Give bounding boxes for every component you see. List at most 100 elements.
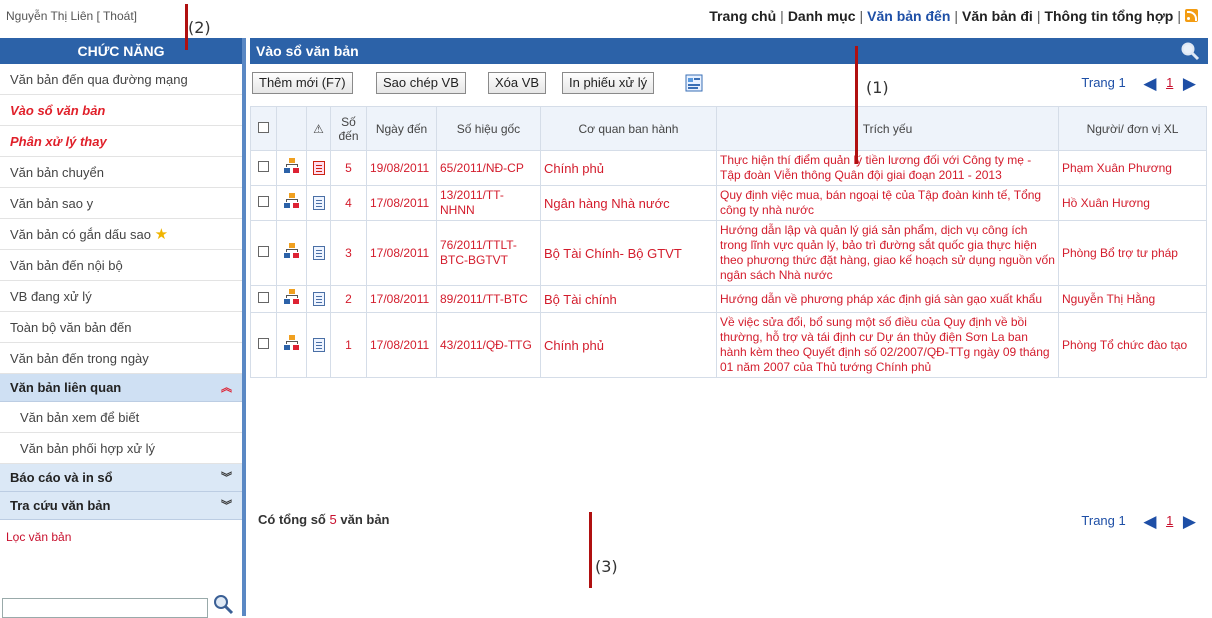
nguoi-don-vi-xl-cell[interactable]: Phạm Xuân Phương [1058, 150, 1207, 186]
document-icon[interactable] [684, 72, 706, 94]
org-chart-icon[interactable] [283, 334, 301, 352]
table-row[interactable]: 5 19/08/2011 65/2011/NĐ-CP Chính phủ Thực hi… [250, 150, 1207, 186]
sidebar-item-van-ban-den-trong-ngay[interactable]: Văn bản đến trong ngày [0, 343, 242, 374]
nguoi-don-vi-xl-cell[interactable]: Hồ Xuân Hương [1058, 185, 1207, 221]
co-quan-ban-hanh-cell[interactable]: Bộ Tài Chính- Bộ GTVT [540, 220, 717, 286]
next-page-icon[interactable]: ▶ [1183, 512, 1196, 531]
row-checkbox[interactable] [258, 245, 269, 257]
co-quan-ban-hanh-cell[interactable]: Bộ Tài chính [540, 285, 717, 313]
sidebar-item-van-ban-den-noi-bo[interactable]: Văn bản đến nội bộ [0, 250, 242, 281]
rss-icon[interactable] [1185, 9, 1198, 22]
pdf-file-icon[interactable] [312, 160, 325, 175]
row-checkbox-cell[interactable] [250, 312, 277, 378]
trich-yeu-cell[interactable]: Hướng dẫn lập và quản lý giá sản phẩm, d… [716, 220, 1059, 286]
nav-van-ban-den[interactable]: Văn bản đến [867, 8, 950, 24]
nguoi-don-vi-xl-cell[interactable]: Nguyễn Thị Hằng [1058, 285, 1207, 313]
org-chart-icon-cell[interactable] [276, 185, 307, 221]
print-process-slip-button[interactable]: In phiếu xử lý [562, 72, 655, 94]
so-hieu-goc-cell[interactable]: 13/2011/TT-NHNN [436, 185, 541, 221]
so-hieu-goc-cell[interactable]: 89/2011/TT-BTC [436, 285, 541, 313]
doc-file-icon[interactable] [312, 337, 325, 352]
so-den-cell[interactable]: 4 [330, 185, 367, 221]
doc-file-icon[interactable] [312, 291, 325, 306]
so-hieu-goc-cell[interactable]: 65/2011/NĐ-CP [436, 150, 541, 186]
page-number-link[interactable]: 1 [1166, 75, 1173, 90]
nguoi-don-vi-xl-cell[interactable]: Phòng Tổ chức đào tạo [1058, 312, 1207, 378]
delete-document-button[interactable]: Xóa VB [488, 72, 547, 94]
co-quan-ban-hanh-cell[interactable]: Chính phủ [540, 312, 717, 378]
ngay-den-cell[interactable]: 19/08/2011 [366, 150, 437, 186]
sidebar-group-van-ban-lien-quan[interactable]: Văn bản liên quan ︽ [0, 374, 242, 402]
copy-document-button[interactable]: Sao chép VB [376, 72, 466, 94]
so-den-cell[interactable]: 3 [330, 220, 367, 286]
trich-yeu-cell[interactable]: Về việc sửa đổi, bổ sung một số điều của… [716, 312, 1059, 378]
logout-link[interactable]: [ Thoát] [97, 9, 137, 23]
ngay-den-cell[interactable]: 17/08/2011 [366, 285, 437, 313]
sidebar-item-van-ban-den-qua-duong-mang[interactable]: Văn bản đến qua đường mạng [0, 64, 242, 95]
sidebar-item-van-ban-phoi-hop-xu-ly[interactable]: Văn bản phối hợp xử lý [0, 433, 242, 464]
org-chart-icon-cell[interactable] [276, 150, 307, 186]
ngay-den-cell[interactable]: 17/08/2011 [366, 220, 437, 286]
nguoi-don-vi-xl-cell[interactable]: Phòng Bổ trợ tư pháp [1058, 220, 1207, 286]
so-hieu-goc-cell[interactable]: 76/2011/TTLT-BTC-BGTVT [436, 220, 541, 286]
search-icon[interactable] [1180, 41, 1200, 61]
ngay-den-cell[interactable]: 17/08/2011 [366, 312, 437, 378]
nav-danh-muc[interactable]: Danh mục [788, 8, 856, 24]
file-icon-cell[interactable] [306, 312, 331, 378]
previous-page-icon[interactable]: ◀ [1143, 512, 1156, 531]
row-checkbox-cell[interactable] [250, 185, 277, 221]
org-chart-icon[interactable] [283, 288, 301, 306]
select-all-checkbox-cell[interactable] [250, 106, 277, 151]
file-icon-cell[interactable] [306, 185, 331, 221]
trich-yeu-cell[interactable]: Hướng dẫn về phương pháp xác định giá sà… [716, 285, 1059, 313]
sidebar-item-vao-so-van-ban[interactable]: Vào sổ văn bản [0, 95, 242, 126]
nav-thong-tin-tong-hop[interactable]: Thông tin tổng hợp [1044, 8, 1173, 24]
doc-file-icon[interactable] [312, 195, 325, 210]
sidebar-item-van-ban-chuyen[interactable]: Văn bản chuyển [0, 157, 242, 188]
row-checkbox[interactable] [258, 337, 269, 349]
row-checkbox[interactable] [258, 291, 269, 303]
sidebar-item-vb-dang-xu-ly[interactable]: VB đang xử lý [0, 281, 242, 312]
ngay-den-cell[interactable]: 17/08/2011 [366, 185, 437, 221]
add-new-button[interactable]: Thêm mới (F7) [252, 72, 353, 94]
nav-trang-chu[interactable]: Trang chủ [709, 8, 776, 24]
trich-yeu-cell[interactable]: Thực hiện thí điểm quản lý tiền lương đố… [716, 150, 1059, 186]
row-checkbox-cell[interactable] [250, 150, 277, 186]
file-icon-cell[interactable] [306, 220, 331, 286]
so-den-cell[interactable]: 5 [330, 150, 367, 186]
co-quan-ban-hanh-cell[interactable]: Ngân hàng Nhà nước [540, 185, 717, 221]
sidebar-item-van-ban-sao-y[interactable]: Văn bản sao y [0, 188, 242, 219]
search-icon[interactable] [212, 593, 234, 615]
doc-file-icon[interactable] [312, 245, 325, 260]
row-checkbox[interactable] [258, 160, 269, 172]
sidebar-group-tra-cuu[interactable]: Tra cứu văn bản ︾ [0, 492, 242, 520]
org-chart-icon[interactable] [283, 157, 301, 175]
filter-input[interactable] [2, 598, 208, 618]
row-checkbox[interactable] [258, 195, 269, 207]
nav-van-ban-di[interactable]: Văn bản đi [962, 8, 1033, 24]
so-den-cell[interactable]: 2 [330, 285, 367, 313]
sidebar-item-van-ban-xem-de-biet[interactable]: Văn bản xem để biết [0, 402, 242, 433]
sidebar-item-van-ban-gan-dau-sao[interactable]: Văn bản có gắn dấu sao ★ [0, 219, 242, 250]
next-page-icon[interactable]: ▶ [1183, 74, 1196, 93]
table-row[interactable]: 2 17/08/2011 89/2011/TT-BTC Bộ Tài chính Hướ… [250, 285, 1207, 313]
trich-yeu-cell[interactable]: Quy định việc mua, bán ngoại tệ của Tập … [716, 185, 1059, 221]
table-row[interactable]: 4 17/08/2011 13/2011/TT-NHNN Ngân hàng Nhà … [250, 185, 1207, 221]
sidebar-item-toan-bo-van-ban-den[interactable]: Toàn bộ văn bản đến [0, 312, 242, 343]
co-quan-ban-hanh-cell[interactable]: Chính phủ [540, 150, 717, 186]
table-row[interactable]: 3 17/08/2011 76/2011/TTLT-BTC-BGTVT Bộ Tài … [250, 220, 1207, 286]
row-checkbox-cell[interactable] [250, 220, 277, 286]
org-chart-icon-cell[interactable] [276, 285, 307, 313]
page-number-link[interactable]: 1 [1166, 513, 1173, 528]
so-den-cell[interactable]: 1 [330, 312, 367, 378]
org-chart-icon[interactable] [283, 242, 301, 260]
sidebar-group-bao-cao[interactable]: Báo cáo và in sổ ︾ [0, 464, 242, 492]
row-checkbox-cell[interactable] [250, 285, 277, 313]
file-icon-cell[interactable] [306, 285, 331, 313]
previous-page-icon[interactable]: ◀ [1143, 74, 1156, 93]
org-chart-icon-cell[interactable] [276, 220, 307, 286]
org-chart-icon-cell[interactable] [276, 312, 307, 378]
so-hieu-goc-cell[interactable]: 43/2011/QĐ-TTG [436, 312, 541, 378]
org-chart-icon[interactable] [283, 192, 301, 210]
table-row[interactable]: 1 17/08/2011 43/2011/QĐ-TTG Chính phủ Về việ… [250, 312, 1207, 378]
